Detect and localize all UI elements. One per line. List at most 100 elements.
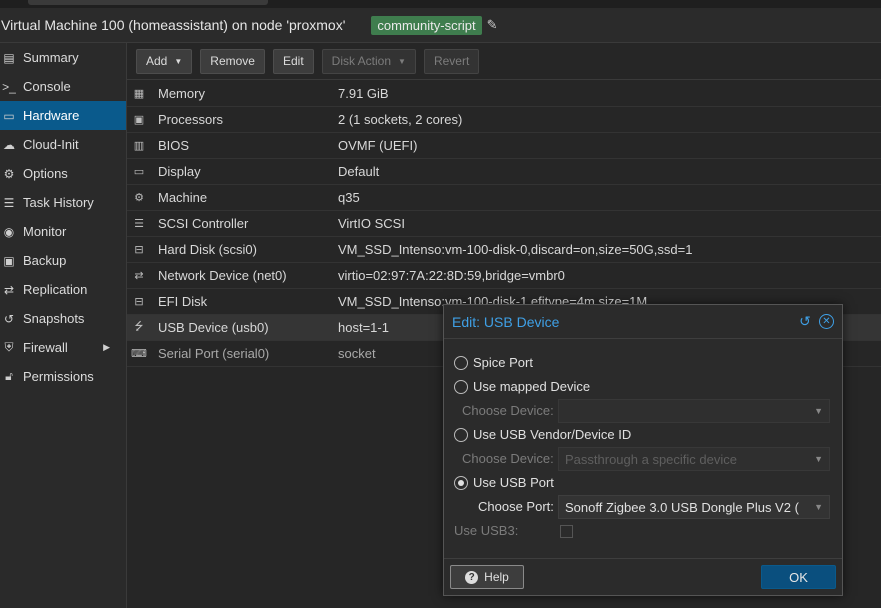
- sidebar-item-console[interactable]: >_ Console: [0, 72, 126, 101]
- usb-icon: ⭍: [134, 321, 144, 333]
- expand-arrow-icon[interactable]: ▶: [103, 342, 110, 353]
- table-row[interactable]: ⊟ Hard Disk (scsi0) VM_SSD_Intenso:vm-100-…: [127, 237, 881, 263]
- keyboard-icon: ⌨: [131, 348, 147, 360]
- history-icon: ↺: [3, 311, 15, 326]
- sidebar-item-label: Backup: [23, 253, 67, 268]
- database-icon: ☰: [134, 218, 144, 230]
- memory-icon: ▦: [133, 88, 145, 100]
- row-value: VM_SSD_Intenso:vm-100-disk-0,discard=on,…: [338, 242, 693, 257]
- sidebar-item-label: Hardware: [23, 108, 80, 123]
- book-icon: ▤: [3, 50, 15, 65]
- table-row[interactable]: ▣ Processors 2 (1 sockets, 2 cores): [127, 107, 881, 133]
- close-icon[interactable]: ✕: [819, 314, 834, 329]
- usb-port-radio[interactable]: Use USB Port: [454, 475, 554, 490]
- sidebar-item-label: Console: [23, 79, 71, 94]
- pencil-icon[interactable]: ✎: [487, 17, 498, 33]
- chevron-down-icon: ▼: [814, 406, 823, 416]
- reset-icon[interactable]: ↺: [797, 313, 813, 330]
- dialog-header: Edit: USB Device ↺ ✕: [444, 305, 842, 339]
- option-label: Use USB Vendor/Device ID: [473, 427, 632, 442]
- sidebar-item-backup[interactable]: ▣ Backup: [0, 246, 126, 275]
- sidebar-item-label: Permissions: [23, 369, 94, 384]
- table-row[interactable]: ⇄ Network Device (net0) virtio=02:97:7A:22…: [127, 263, 881, 289]
- sidebar-item-label: Firewall: [23, 340, 68, 355]
- field-label: Choose Port:: [478, 499, 554, 514]
- sidebar-item-snapshots[interactable]: ↺ Snapshots: [0, 304, 126, 333]
- page-title: Virtual Machine 100 (homeassistant) on n…: [1, 17, 346, 33]
- retweet-icon: ⇄: [3, 282, 15, 297]
- row-name: USB Device (usb0): [158, 320, 269, 335]
- revert-button[interactable]: Revert: [423, 48, 480, 74]
- chevron-down-icon: ▼: [814, 502, 823, 512]
- radio-button[interactable]: [454, 355, 468, 370]
- sidebar-item-firewall[interactable]: ⛨ Firewall ▶: [0, 333, 126, 362]
- edit-usb-dialog: Edit: USB Device ↺ ✕ Spice Port Use mapp…: [443, 304, 843, 596]
- terminal-icon: >_: [2, 79, 16, 94]
- table-row[interactable]: ▥ BIOS OVMF (UEFI): [127, 133, 881, 159]
- radio-button[interactable]: [454, 427, 468, 442]
- row-value: VirtIO SCSI: [338, 216, 405, 231]
- disk-action-button[interactable]: Disk Action ▼: [321, 48, 416, 74]
- row-name: BIOS: [158, 138, 190, 153]
- help-label: Help: [484, 570, 509, 584]
- remove-button[interactable]: Remove: [200, 48, 265, 74]
- row-value: virtio=02:97:7A:22:8D:59,bridge=vmbr0: [338, 268, 565, 283]
- row-name: Processors: [158, 112, 224, 127]
- usb-port-select[interactable]: Sonoff Zigbee 3.0 USB Dongle Plus V2 ( ▼: [558, 495, 830, 519]
- row-value: OVMF (UEFI): [338, 138, 418, 153]
- field-label: Use USB3:: [454, 523, 519, 538]
- select-value: Sonoff Zigbee 3.0 USB Dongle Plus V2 (: [565, 499, 799, 515]
- table-row[interactable]: ▦ Memory 7.91 GiB: [127, 81, 881, 107]
- shield-icon: ⛨: [4, 340, 14, 354]
- usb3-field: Use USB3:: [454, 523, 518, 538]
- help-button[interactable]: ? Help: [450, 565, 524, 589]
- tag-badge[interactable]: community-script: [371, 15, 482, 35]
- unlock-icon: 🔓︎: [5, 369, 13, 383]
- row-value: q35: [338, 190, 360, 205]
- spice-port-radio[interactable]: Spice Port: [454, 355, 533, 370]
- add-button[interactable]: Add ▼: [136, 48, 193, 74]
- floppy-icon: ▣: [3, 253, 15, 268]
- cloud-icon: ☁: [3, 137, 15, 152]
- gear-icon: ⚙: [3, 166, 15, 181]
- dialog-title: Edit: USB Device: [452, 313, 560, 330]
- row-value: socket: [338, 346, 376, 361]
- sidebar-item-task-history[interactable]: ☰ Task History: [0, 188, 126, 217]
- edit-button-label: Edit: [282, 54, 304, 68]
- row-name: Memory: [158, 86, 205, 101]
- mapped-device-radio[interactable]: Use mapped Device: [454, 379, 590, 394]
- edit-button[interactable]: Edit: [272, 48, 314, 74]
- radio-button[interactable]: [454, 379, 468, 394]
- sidebar-item-summary[interactable]: ▤ Summary: [0, 43, 126, 72]
- table-row[interactable]: ⚙ Machine q35: [127, 185, 881, 211]
- sidebar-item-monitor[interactable]: ◉ Monitor: [0, 217, 126, 246]
- row-value: 7.91 GiB: [338, 86, 389, 101]
- hdd-icon: ⊟: [134, 244, 144, 256]
- ok-button[interactable]: OK: [761, 565, 836, 589]
- chevron-down-icon: ▼: [174, 56, 183, 66]
- sidebar-item-label: Replication: [23, 282, 88, 297]
- table-row[interactable]: ▭ Display Default: [127, 159, 881, 185]
- row-name: Display: [158, 164, 201, 179]
- cogs-icon: ⚙: [134, 192, 144, 204]
- select-placeholder: Passthrough a specific device: [565, 451, 737, 467]
- mapped-device-select[interactable]: ▼: [558, 399, 830, 423]
- row-value: host=1-1: [338, 320, 389, 335]
- add-button-label: Add: [146, 54, 168, 68]
- ok-label: OK: [789, 569, 808, 585]
- sidebar-item-options[interactable]: ⚙ Options: [0, 159, 126, 188]
- vendor-device-radio[interactable]: Use USB Vendor/Device ID: [454, 427, 631, 442]
- row-name: Machine: [158, 190, 208, 205]
- sidebar-item-replication[interactable]: ⇄ Replication: [0, 275, 126, 304]
- chevron-down-icon: ▼: [398, 56, 406, 66]
- vendor-device-select[interactable]: Passthrough a specific device ▼: [558, 447, 830, 471]
- sidebar-item-cloud-init[interactable]: ☁ Cloud-Init: [0, 130, 126, 159]
- sidebar-item-permissions[interactable]: 🔓︎ Permissions: [0, 362, 126, 391]
- radio-button-checked[interactable]: [454, 475, 468, 490]
- table-row[interactable]: ☰ SCSI Controller VirtIO SCSI: [127, 211, 881, 237]
- sidebar-item-label: Task History: [23, 195, 94, 210]
- sidebar-item-hardware[interactable]: ▭ Hardware: [0, 101, 126, 130]
- usb3-checkbox[interactable]: [560, 525, 573, 538]
- hardware-toolbar: Add ▼ Remove Edit Disk Action ▼ Revert: [127, 43, 881, 80]
- disk-action-label: Disk Action: [331, 54, 392, 68]
